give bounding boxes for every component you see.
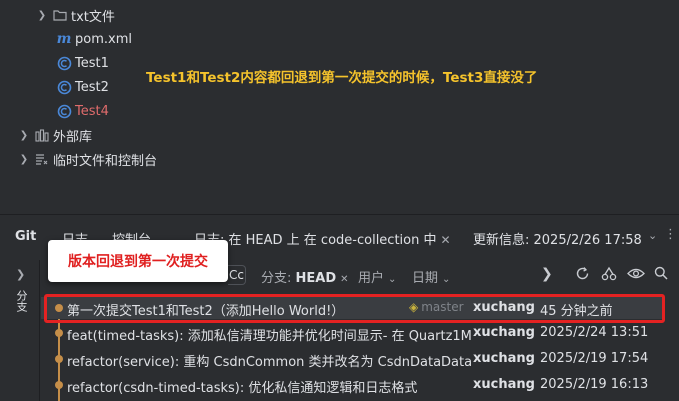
commit-log: 第一次提交Test1和Test2（添加Hello World!） ◈ master… [41,296,679,401]
annotation-callout: 版本回退到第一次提交 [48,240,228,282]
commit-message: refactor(service): 重构 CsdnCommon 类并改名为 C… [67,355,472,370]
commit-node [55,329,63,337]
date-filter-label: 日期 [412,271,439,286]
commit-node [55,355,63,363]
user-filter-label: 用户 [358,271,385,286]
cherry-pick-icon[interactable] [601,266,617,285]
match-case-toggle[interactable]: Cc [228,265,246,285]
commit-author: xuchang [473,300,535,315]
tree-item-label: Test1 [75,55,109,71]
tab-log-head-label: 日志: 在 HEAD 上 在 code-collection 中 [194,233,437,248]
project-tree: ❯ txt文件 m pom.xml Test1 Test2 Test4 ❯ 外部… [0,0,679,214]
commit-message: refactor(csdn-timed-tasks): 优化私信通知逻辑和日志格… [67,381,418,396]
tab-update-info[interactable]: 更新信息: 2025/2/26 17:58 [473,229,642,248]
more-icon[interactable]: ⋮ [664,227,677,242]
commit-row[interactable]: feat(timed-tasks): 添加私信清理功能并优化时间显示- 在 Qu… [41,322,665,344]
commit-node [55,381,63,389]
dropdown-icon: ✕ [340,274,349,285]
eye-icon[interactable] [627,266,645,285]
tag-icon: ◈ [409,300,419,314]
scratches-icon [34,151,50,167]
tree-item-label: Test2 [75,79,109,95]
tab-git[interactable]: Git [15,229,36,244]
commit-author: xuchang [473,377,535,392]
search-icon[interactable] [654,266,668,284]
commit-date: 45 分钟之前 [540,304,613,319]
tree-item-pom[interactable]: m pom.xml [52,28,132,50]
annotation-callout-text: 版本回退到第一次提交 [68,254,208,270]
library-icon [34,127,50,143]
commit-message: feat(timed-tasks): 添加私信清理功能并优化时间显示- 在 Qu… [67,329,472,344]
chevron-right-icon[interactable]: ❯ [541,266,553,282]
chevron-right-icon[interactable]: ❯ [18,154,30,165]
maven-icon: m [56,31,72,47]
tree-item-label: Test4 [75,103,109,119]
tree-item-label: txt文件 [71,9,115,25]
tree-item-external-libraries[interactable]: ❯ 外部库 [18,124,92,146]
commit-message: 第一次提交Test1和Test2（添加Hello World!） [67,304,345,319]
tree-item-txt-folder[interactable]: ❯ txt文件 [36,4,115,26]
user-filter[interactable]: 用户 ⌄ [358,267,396,286]
commit-row[interactable]: refactor(service): 重构 CsdnCommon 类并改名为 C… [41,348,665,370]
tree-item-test4[interactable]: Test4 [52,100,109,122]
commit-row[interactable]: refactor(csdn-timed-tasks): 优化私信通知逻辑和日志格… [41,374,665,396]
branches-strip: ❯ 分支 [0,260,40,401]
tree-item-scratches[interactable]: ❯ 临时文件和控制台 [18,148,157,170]
tab-log-head[interactable]: 日志: 在 HEAD 上 在 code-collection 中 ✕ [194,229,451,248]
tree-item-label: pom.xml [75,31,132,47]
branch-tag-label: master [421,300,464,314]
branch-filter-value: HEAD [295,271,337,286]
expand-branches-icon[interactable]: ❯ [16,268,25,281]
branch-filter[interactable]: 分支: HEAD ✕ [261,267,349,286]
branch-filter-label: 分支: [261,271,292,286]
close-icon[interactable]: ✕ [440,233,450,247]
java-class-icon [56,55,72,71]
chevron-down-icon[interactable]: ⌄ [648,229,657,242]
tree-item-test1[interactable]: Test1 [52,52,109,74]
chevron-right-icon[interactable]: ❯ [36,10,48,21]
java-class-icon [56,103,72,119]
java-class-icon [56,79,72,95]
commit-date: 2025/2/24 13:51 [540,325,649,340]
commit-author: xuchang [473,325,535,340]
annotation-explanation: Test1和Test2内容都回退到第一次提交的时候，Test3直接没了 [146,70,538,86]
tree-item-label: 临时文件和控制台 [53,153,158,169]
commit-date: 2025/2/19 16:13 [540,377,649,392]
commit-row-selected[interactable]: 第一次提交Test1和Test2（添加Hello World!） ◈ master… [41,297,665,319]
chevron-down-icon: ⌄ [388,274,397,285]
commit-author: xuchang [473,351,535,366]
tree-item-test2[interactable]: Test2 [52,76,109,98]
refresh-icon[interactable] [575,266,590,285]
commit-date: 2025/2/19 17:54 [540,351,649,366]
folder-icon [52,7,68,23]
branches-label[interactable]: 分支 [13,290,29,312]
chevron-right-icon[interactable]: ❯ [18,130,30,141]
tab-update-info-label: 更新信息: 2025/2/26 17:58 [473,233,642,248]
tree-item-label: 外部库 [53,129,93,145]
date-filter[interactable]: 日期 ⌄ [412,267,450,286]
branch-tag: ◈ master [409,300,464,314]
chevron-down-icon: ⌄ [442,274,451,285]
commit-node [55,304,63,312]
